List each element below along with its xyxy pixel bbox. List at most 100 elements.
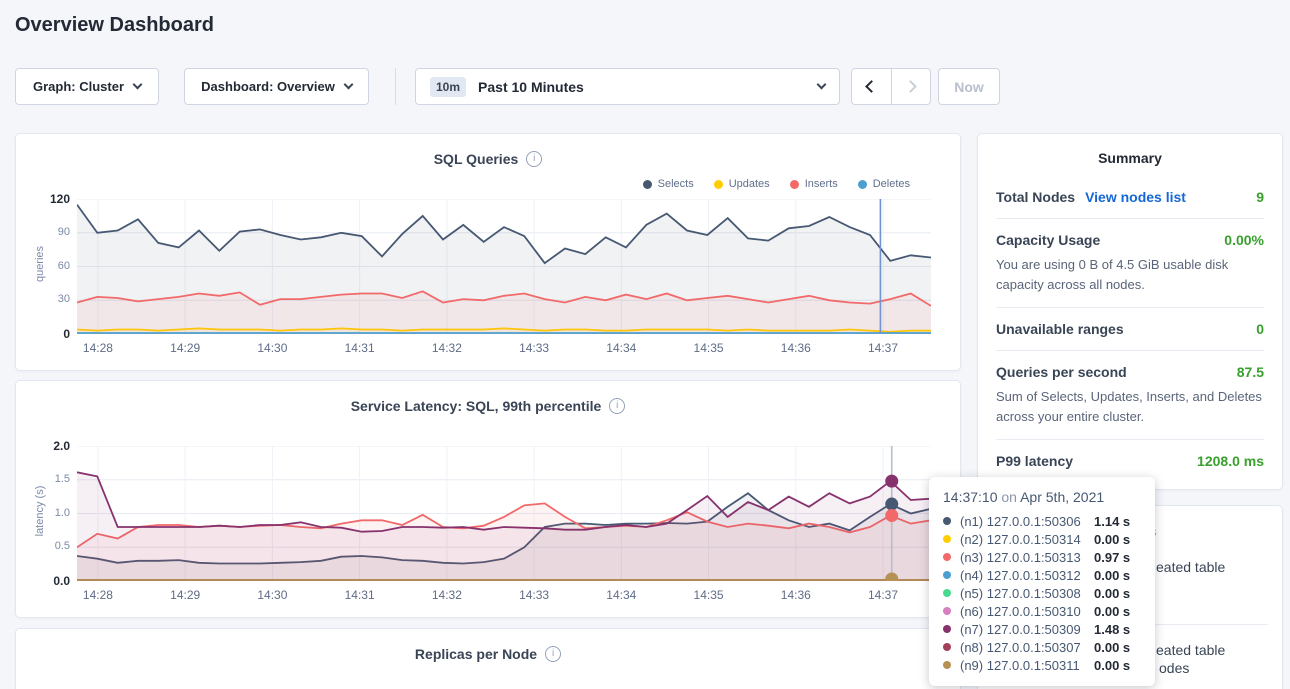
series-color-dot-icon [943,625,951,633]
tooltip-node-value: 0.00 s [1094,640,1130,655]
tooltip-node-value: 0.00 s [1094,532,1130,547]
stat-p99-latency: P99 latency 1208.0 ms [996,439,1264,482]
x-tick-label: 14:29 [163,588,207,602]
legend-label: Updates [729,178,770,190]
x-tick-label: 14:29 [163,341,207,355]
legend-item-deletes: Deletes [858,178,910,190]
legend-item-selects: Selects [643,178,694,190]
stat-total-nodes: Total Nodes View nodes list 9 [996,176,1264,218]
stat-value: 9 [1256,189,1264,205]
summary-panel-title: Summary [996,134,1264,176]
time-step-buttons [851,68,931,105]
series-color-dot-icon [943,571,951,579]
tooltip-row: (n9) 127.0.0.1:503110.00 s [943,656,1141,674]
stat-queries-per-second: Queries per second 87.5 Sum of Selects, … [996,350,1264,439]
x-tick-label: 14:35 [687,588,731,602]
next-time-button[interactable] [891,69,930,104]
event-row-text-fragment[interactable]: eated table [1156,559,1225,575]
series-color-dot-icon [943,517,951,525]
now-button[interactable]: Now [938,68,1000,105]
x-tick-label: 14:35 [687,341,731,355]
x-tick-label: 14:33 [512,341,556,355]
y-tick-label: 0.5 [24,540,70,552]
tooltip-row: (n4) 127.0.0.1:503120.00 s [943,566,1141,584]
dashboard-dropdown[interactable]: Dashboard: Overview [184,68,369,105]
tooltip-row: (n5) 127.0.0.1:503080.00 s [943,584,1141,602]
tooltip-node-value: 0.00 s [1094,658,1130,673]
time-range-dropdown[interactable]: 10m Past 10 Minutes [415,68,840,105]
graph-dropdown[interactable]: Graph: Cluster [15,68,159,105]
latency-plot-area[interactable] [77,446,931,581]
tooltip-node-label: (n2) 127.0.0.1:50314 [960,532,1094,547]
tooltip-node-value: 0.00 s [1094,568,1130,583]
stat-description: You are using 0 B of 4.5 GiB usable disk… [996,255,1264,294]
tooltip-node-label: (n7) 127.0.0.1:50309 [960,622,1094,637]
stat-label: Unavailable ranges [996,321,1124,337]
sql-queries-chart-card: SQL Queries i Selects Updates Inserts De… [15,133,961,371]
x-tick-label: 14:28 [76,588,120,602]
legend-label: Deletes [873,178,910,190]
y-tick-label: 90 [24,226,70,238]
legend-dot-icon [790,180,799,189]
y-tick-label: 0.0 [24,574,70,588]
x-tick-label: 14:37 [861,588,905,602]
x-tick-label: 14:34 [599,341,643,355]
legend-item-updates: Updates [714,178,770,190]
dashboard-dropdown-label: Dashboard: Overview [201,79,335,94]
now-button-label: Now [954,79,984,95]
info-icon[interactable]: i [526,151,542,167]
tooltip-rows: (n1) 127.0.0.1:503061.14 s (n2) 127.0.0.1… [943,512,1141,674]
tooltip-time: 14:37:10 [943,489,998,505]
sql-chart-legend: Selects Updates Inserts Deletes [643,178,910,190]
replicas-chart-title: Replicas per Node [415,646,537,662]
tooltip-conjunction: on [1001,489,1017,505]
stat-capacity-usage: Capacity Usage 0.00% You are using 0 B o… [996,218,1264,307]
x-tick-label: 14:31 [338,341,382,355]
legend-dot-icon [643,180,652,189]
latency-chart-title: Service Latency: SQL, 99th percentile [351,398,602,414]
tooltip-node-label: (n6) 127.0.0.1:50310 [960,604,1094,619]
view-nodes-list-link[interactable]: View nodes list [1085,189,1186,205]
chevron-down-icon [133,80,143,90]
tooltip-node-label: (n3) 127.0.0.1:50313 [960,550,1094,565]
tooltip-row: (n7) 127.0.0.1:503091.48 s [943,620,1141,638]
tooltip-node-label: (n8) 127.0.0.1:50307 [960,640,1094,655]
stat-value: 0 [1256,321,1264,337]
stat-label: P99 latency [996,453,1073,469]
event-row-text-fragment[interactable]: eated table [1156,642,1225,658]
x-tick-label: 14:33 [512,588,556,602]
info-icon[interactable]: i [609,398,625,414]
tooltip-timestamp: 14:37:10 on Apr 5th, 2021 [943,489,1141,505]
tooltip-row: (n1) 127.0.0.1:503061.14 s [943,512,1141,530]
sql-queries-plot-area[interactable] [77,199,931,334]
sql-queries-chart-title: SQL Queries [434,151,519,167]
tooltip-node-value: 1.48 s [1094,622,1130,637]
y-tick-label: 0 [24,327,70,341]
previous-time-button[interactable] [852,69,891,104]
y-tick-label: 1.0 [24,507,70,519]
tooltip-node-value: 0.97 s [1094,550,1130,565]
tooltip-date: Apr 5th, 2021 [1020,489,1104,505]
page-title: Overview Dashboard [15,14,214,37]
x-tick-label: 14:34 [599,588,643,602]
series-color-dot-icon [943,661,951,669]
info-icon[interactable]: i [545,646,561,662]
y-tick-label: 30 [24,293,70,305]
replicas-per-node-chart-card: Replicas per Node i [15,628,961,689]
tooltip-node-value: 1.14 s [1094,514,1130,529]
tooltip-row: (n3) 127.0.0.1:503130.97 s [943,548,1141,566]
x-tick-label: 14:37 [861,341,905,355]
chart-hover-tooltip: 14:37:10 on Apr 5th, 2021 (n1) 127.0.0.1… [929,477,1155,686]
x-tick-label: 14:30 [250,588,294,602]
service-latency-chart-card: Service Latency: SQL, 99th percentile i … [15,380,961,618]
event-row-text-fragment[interactable]: odes [1159,660,1189,676]
y-tick-label: 2.0 [24,439,70,453]
overview-dashboard-page: Overview Dashboard Graph: Cluster Dashbo… [0,0,1290,689]
graph-dropdown-label: Graph: Cluster [33,79,124,94]
stat-unavailable-ranges: Unavailable ranges 0 [996,307,1264,350]
y-tick-label: 1.5 [24,473,70,485]
x-tick-label: 14:36 [774,588,818,602]
tooltip-node-label: (n5) 127.0.0.1:50308 [960,586,1094,601]
stat-description: Sum of Selects, Updates, Inserts, and De… [996,387,1264,426]
x-tick-label: 14:28 [76,341,120,355]
